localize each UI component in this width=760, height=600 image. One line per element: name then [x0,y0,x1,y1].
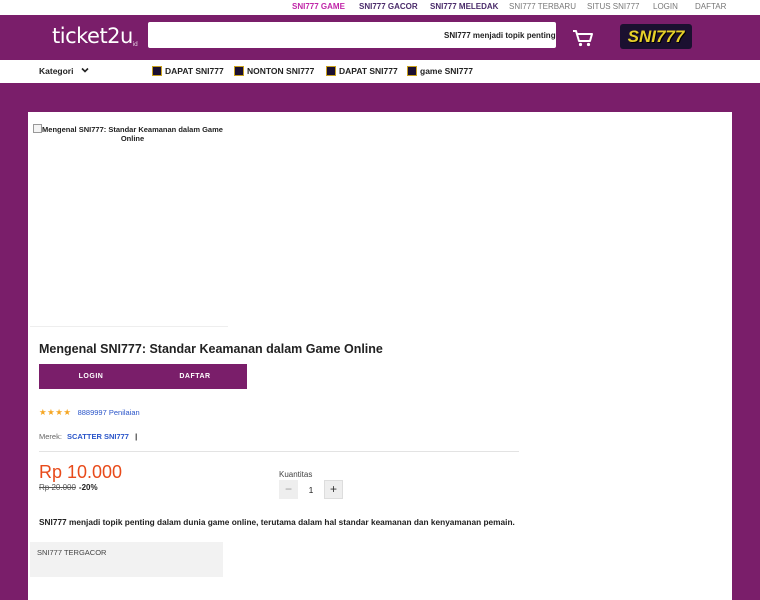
top-link-bar: SNI777 GAME SNI777 GACOR SNI777 MELEDAK … [0,0,760,15]
daftar-button[interactable]: DAFTAR [143,364,247,389]
related-box-label: SNI777 TERGACOR [37,548,107,557]
main-header: ticket2uid SNI777 [0,15,760,60]
brand-logo[interactable]: SNI777 [620,24,692,49]
top-link-login[interactable]: LOGIN [653,2,678,11]
top-link-daftar[interactable]: DAFTAR [695,2,726,11]
discount-badge: -20% [78,483,98,492]
top-link-situs-sni777[interactable]: SITUS SNI777 [587,2,639,11]
auth-button-bar: LOGIN DAFTAR [39,364,247,389]
quantity-decrease-button[interactable]: − [279,480,298,499]
brand-link[interactable]: SCATTER SNI777 [67,432,129,441]
quantity-increase-button[interactable]: + [324,480,343,499]
quantity-input[interactable] [298,480,324,499]
old-price-row: Rp 20.000 -20% [39,483,98,492]
kategori-label: Kategori [39,66,74,76]
kategori-dropdown[interactable]: Kategori [39,66,89,76]
product-title: Mengenal SNI777: Standar Keamanan dalam … [39,342,383,356]
top-link-sni777-game[interactable]: SNI777 GAME [292,2,345,11]
brand-separator: | [135,432,138,441]
related-box[interactable]: SNI777 TERGACOR [30,542,223,577]
product-image[interactable]: Mengenal SNI777: Standar Keamanan dalam … [30,122,228,327]
nav-link-game-sni777[interactable]: game SNI777 [407,66,473,76]
login-button[interactable]: LOGIN [39,364,143,389]
shopping-cart-icon[interactable] [572,29,594,47]
nav-link-nonton-sni777[interactable]: NONTON SNI777 [234,66,314,76]
chevron-down-icon [81,67,89,73]
rating-row: ★★★★ 8889997 Penilaian [39,407,140,418]
product-price: Rp 10.000 [39,462,123,482]
product-panel: Mengenal SNI777: Standar Keamanan dalam … [28,112,732,600]
top-link-sni777-terbaru[interactable]: SNI777 TERBARU [509,2,576,11]
original-price: Rp 20.000 [39,483,76,492]
brand-row: Merek: SCATTER SNI777 | [39,432,519,452]
site-logo[interactable]: ticket2uid [52,24,138,48]
nav-link-label: DAPAT SNI777 [165,66,224,76]
top-link-sni777-gacor[interactable]: SNI777 GACOR [359,2,418,11]
nav-link-dapat-sni777-2[interactable]: DAPAT SNI777 [326,66,398,76]
nav-link-label: DAPAT SNI777 [339,66,398,76]
quantity-label: Kuantitas [279,470,313,479]
site-logo-text: ticket2u [52,24,133,48]
game-thumb-icon [407,66,417,76]
rating-count-link[interactable]: 8889997 Penilaian [78,408,140,417]
game-thumb-icon [326,66,336,76]
nav-link-dapat-sni777[interactable]: DAPAT SNI777 [152,66,224,76]
search-input[interactable] [148,22,556,48]
top-link-sni777-meledak[interactable]: SNI777 MELEDAK [430,2,498,11]
brand-label: Merek: [39,432,62,441]
site-logo-suffix: id [132,41,138,48]
product-description: SNI777 menjadi topik penting dalam dunia… [39,517,515,527]
category-nav: Kategori DAPAT SNI777 NONTON SNI777 DAPA… [0,60,760,83]
star-rating-icon: ★★★★ [39,407,72,417]
nav-link-label: NONTON SNI777 [247,66,315,76]
game-thumb-icon [152,66,162,76]
nav-link-label: game SNI777 [420,66,473,76]
product-image-alt: Mengenal SNI777: Standar Keamanan dalam … [42,125,223,143]
game-thumb-icon [234,66,244,76]
